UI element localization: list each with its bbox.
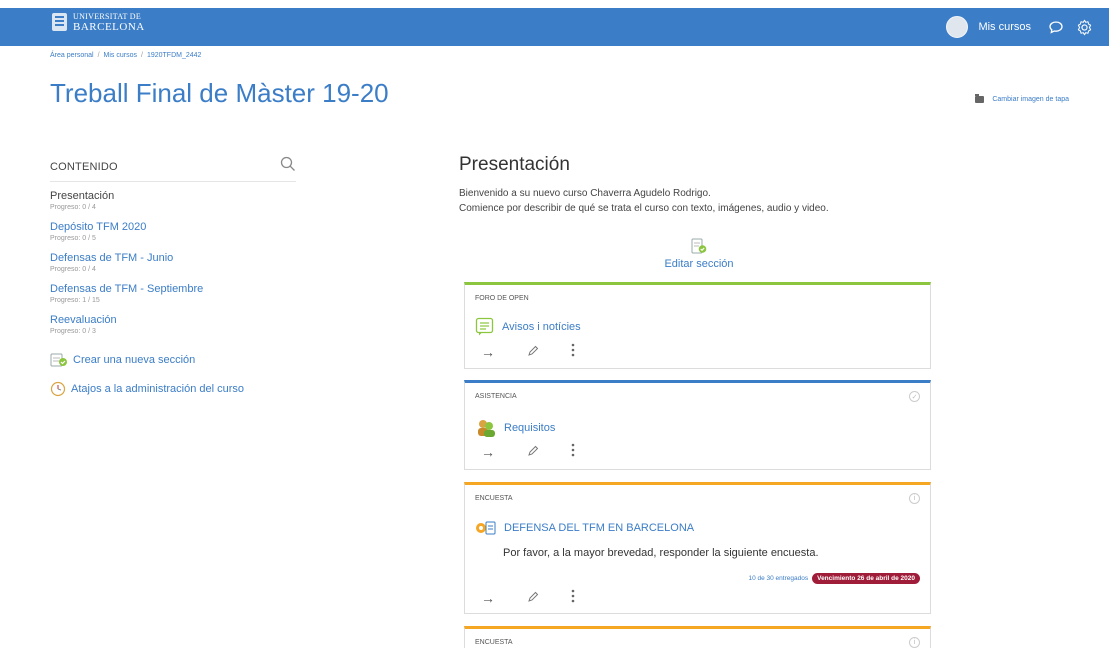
- clock-icon: [50, 381, 66, 397]
- sidebar-item-label: Reevaluación: [50, 314, 117, 326]
- more-options-icon[interactable]: [571, 589, 575, 606]
- due-date-badge: Vencimiento 26 de abril de 2020: [812, 573, 920, 584]
- sidebar-item-defensas-junio[interactable]: Defensas de TFM - Junio Progreso: 0 / 4: [50, 252, 296, 275]
- sidebar-item-progress: Progreso: 1 / 15: [50, 297, 100, 304]
- messages-icon[interactable]: [1047, 18, 1065, 36]
- info-icon[interactable]: i: [909, 637, 920, 648]
- sidebar-item-progress: Progreso: 0 / 3: [50, 328, 96, 335]
- more-options-icon[interactable]: [571, 343, 575, 360]
- activity-title-row[interactable]: Avisos i notícies: [475, 317, 581, 337]
- create-section-link[interactable]: Crear una nueva sección: [50, 353, 296, 367]
- activity-link[interactable]: Requisitos: [504, 422, 555, 434]
- university-logo[interactable]: UNIVERSITAT DE BARCELONA: [52, 12, 145, 33]
- change-cover-image-link[interactable]: Cambiar imagen de tapa: [975, 94, 1069, 103]
- more-options-icon[interactable]: [571, 443, 575, 460]
- add-section-icon: [50, 353, 67, 367]
- activity-controls: →: [481, 443, 575, 460]
- activity-type: ENCUESTA: [475, 639, 513, 646]
- avatar[interactable]: [946, 16, 969, 38]
- change-cover-label: Cambiar imagen de tapa: [992, 96, 1069, 103]
- summary-line: Comience por describir de qué se trata e…: [459, 203, 829, 214]
- edit-section-icon: [691, 238, 707, 254]
- section-summary: Bienvenido a su nuevo curso Chaverra Agu…: [459, 186, 939, 216]
- activity-title-row[interactable]: Requisitos: [475, 417, 555, 439]
- sidebar-item-label: Depósito TFM 2020: [50, 221, 147, 233]
- move-arrow-icon[interactable]: →: [481, 344, 495, 360]
- create-section-label: Crear una nueva sección: [73, 354, 196, 366]
- activity-title-row[interactable]: DEFENSA DEL TFM EN BARCELONA: [475, 519, 694, 537]
- survey-icon: [476, 521, 496, 535]
- sidebar-item-label: Defensas de TFM - Junio: [50, 252, 174, 264]
- activity-description: Por favor, a la mayor brevedad, responde…: [503, 547, 819, 559]
- edit-section-link[interactable]: Editar sección: [664, 238, 734, 270]
- course-section-main: Presentación Bienvenido a su nuevo curso…: [459, 154, 939, 648]
- activity-card-forum: FORO DE OPEN Avisos i notícies →: [464, 282, 931, 369]
- move-arrow-icon[interactable]: →: [481, 444, 495, 460]
- activity-type: FORO DE OPEN: [475, 295, 529, 302]
- university-crest-icon: [52, 13, 67, 31]
- activity-type: ENCUESTA: [475, 495, 513, 502]
- sidebar-item-progress: Progreso: 0 / 5: [50, 235, 96, 242]
- sidebar-item-label: Defensas de TFM - Septiembre: [50, 283, 204, 295]
- activity-link[interactable]: Avisos i notícies: [502, 321, 581, 333]
- edit-pencil-icon[interactable]: [527, 444, 539, 460]
- activity-link[interactable]: DEFENSA DEL TFM EN BARCELONA: [504, 522, 694, 534]
- mis-cursos-link[interactable]: Mis cursos: [978, 21, 1031, 33]
- admin-shortcuts-link[interactable]: Atajos a la administración del curso: [50, 381, 296, 397]
- search-icon[interactable]: [280, 156, 296, 177]
- logo-line2: BARCELONA: [73, 21, 145, 33]
- course-index-sidebar: CONTENIDO Presentación Progreso: 0 / 4 D…: [50, 152, 296, 397]
- breadcrumb-item-mis-cursos[interactable]: Mis cursos: [104, 52, 137, 59]
- breadcrumb: Área personal / Mis cursos/1920TFDM_2442: [50, 52, 202, 59]
- activity-type: ASISTENCIA: [475, 393, 517, 400]
- forum-icon: [475, 317, 494, 336]
- sidebar-item-reevaluacion[interactable]: Reevaluación Progreso: 0 / 3: [50, 314, 296, 337]
- completion-check-icon[interactable]: ✓: [909, 391, 920, 402]
- sidebar-item-presentacion[interactable]: Presentación Progreso: 0 / 4: [50, 190, 296, 213]
- sidebar-item-defensas-septiembre[interactable]: Defensas de TFM - Septiembre Progreso: 1…: [50, 283, 296, 306]
- activity-card-survey-2: ENCUESTA i: [464, 626, 931, 648]
- breadcrumb-item-area-personal[interactable]: Área personal: [50, 52, 94, 59]
- activity-card-survey: ENCUESTA i DEFENSA DEL TFM EN BARCELONA …: [464, 482, 931, 614]
- sidebar-item-label: Presentación: [50, 190, 115, 202]
- info-icon[interactable]: i: [909, 493, 920, 504]
- summary-line: Bienvenido a su nuevo curso Chaverra Agu…: [459, 188, 711, 199]
- move-arrow-icon[interactable]: →: [481, 590, 495, 606]
- admin-shortcuts-label: Atajos a la administración del curso: [71, 383, 245, 395]
- gear-icon[interactable]: [1075, 18, 1093, 36]
- breadcrumb-item-course[interactable]: 1920TFDM_2442: [147, 52, 201, 59]
- edit-pencil-icon[interactable]: [527, 590, 539, 606]
- top-navbar: UNIVERSITAT DE BARCELONA Mis cursos: [0, 8, 1109, 46]
- section-title: Presentación: [459, 154, 570, 175]
- activity-controls: →: [481, 589, 575, 606]
- sidebar-heading: CONTENIDO: [50, 160, 118, 173]
- sidebar-item-progress: Progreso: 0 / 4: [50, 204, 96, 211]
- sidebar-item-deposito[interactable]: Depósito TFM 2020 Progreso: 0 / 5: [50, 221, 296, 244]
- folder-icon: [975, 94, 985, 103]
- edit-pencil-icon[interactable]: [527, 344, 539, 360]
- sidebar-header: CONTENIDO: [50, 152, 296, 182]
- edit-section-label: Editar sección: [664, 258, 734, 270]
- activity-card-attendance: ASISTENCIA ✓ Requisitos →: [464, 380, 931, 470]
- activity-controls: →: [481, 343, 575, 360]
- submitted-count[interactable]: 10 de 30 entregados: [748, 575, 808, 582]
- activity-badges: 10 de 30 entregados Vencimiento 26 de ab…: [748, 573, 920, 584]
- sidebar-item-progress: Progreso: 0 / 4: [50, 266, 96, 273]
- page-title: Treball Final de Màster 19-20: [50, 78, 389, 108]
- attendance-icon: [478, 420, 495, 437]
